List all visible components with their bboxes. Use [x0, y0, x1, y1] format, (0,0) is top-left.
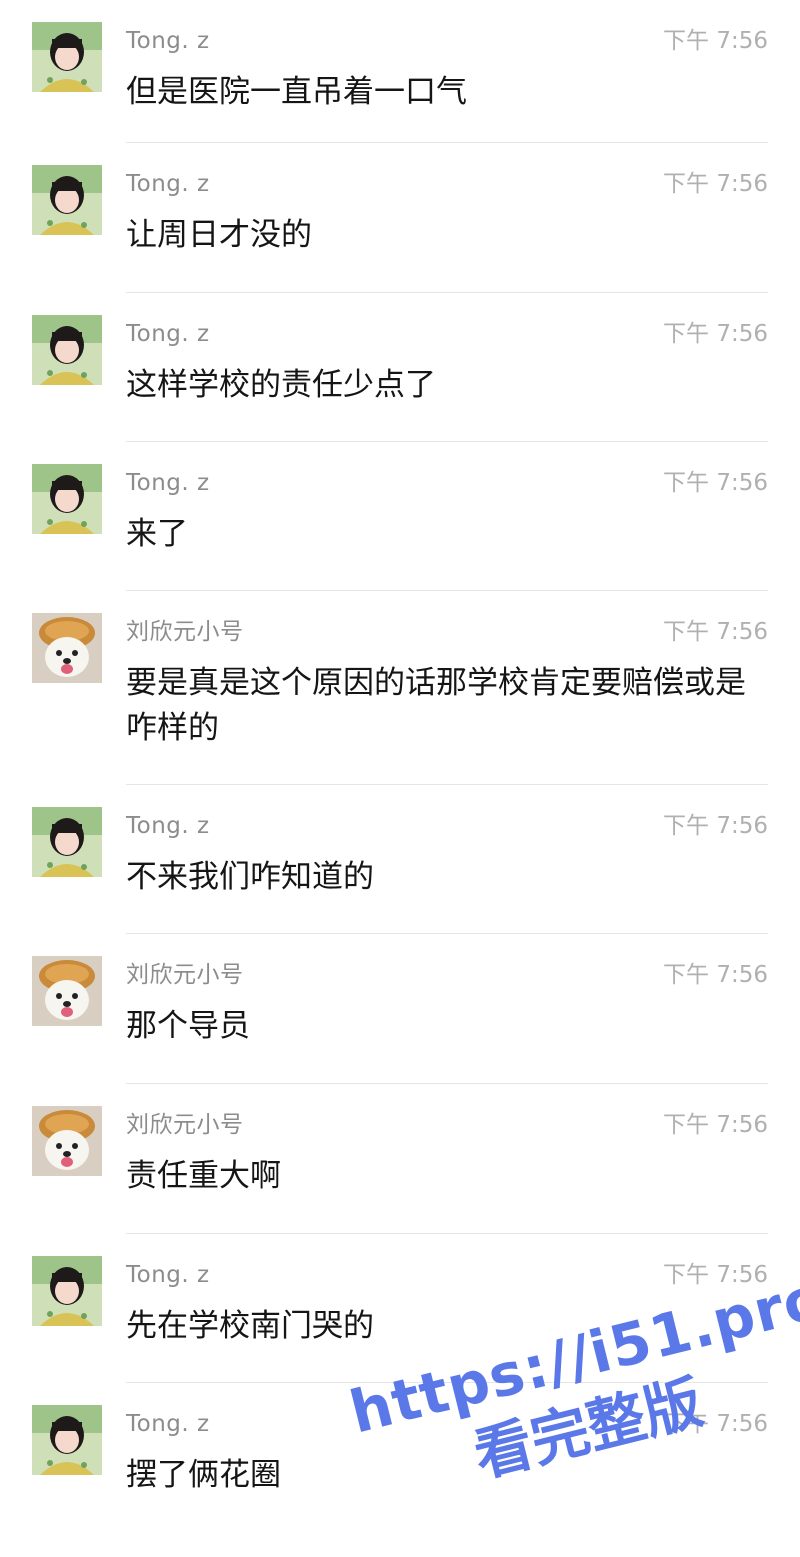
sender-name: Tong. z	[126, 813, 210, 839]
message-row[interactable]: 刘欣元小号 下午 7:56 那个导员	[0, 934, 800, 1084]
sender-name: Tong. z	[126, 171, 210, 197]
girl-avatar[interactable]	[32, 22, 102, 92]
sender-name: Tong. z	[126, 28, 210, 54]
message-time: 下午 7:56	[663, 1112, 768, 1138]
message-text: 来了	[126, 516, 188, 552]
message-time: 下午 7:56	[663, 28, 768, 54]
message-row[interactable]: Tong. z 下午 7:56 先在学校南门哭的	[0, 1234, 800, 1383]
message-text: 摆了俩花圈	[126, 1457, 281, 1493]
message-time: 下午 7:56	[663, 813, 768, 839]
sender-name: 刘欣元小号	[126, 1112, 244, 1138]
dog-avatar[interactable]	[32, 1106, 102, 1176]
message-row[interactable]: Tong. z 下午 7:56 让周日才没的	[0, 143, 800, 293]
sender-name: Tong. z	[126, 470, 210, 496]
message-row[interactable]: 刘欣元小号 下午 7:56 责任重大啊	[0, 1084, 800, 1234]
message-row[interactable]: 刘欣元小号 下午 7:56 要是真是这个原因的话那学校肯定要赔偿或是咋样的	[0, 591, 800, 785]
message-text: 先在学校南门哭的	[126, 1308, 374, 1344]
message-text: 不来我们咋知道的	[126, 859, 374, 895]
message-time: 下午 7:56	[663, 321, 768, 347]
message-row[interactable]: Tong. z 下午 7:56 来了	[0, 442, 800, 591]
girl-avatar[interactable]	[32, 165, 102, 235]
girl-avatar[interactable]	[32, 807, 102, 877]
sender-name: 刘欣元小号	[126, 962, 244, 988]
message-time: 下午 7:56	[663, 1262, 768, 1288]
message-text: 那个导员	[126, 1008, 250, 1044]
girl-avatar[interactable]	[32, 464, 102, 534]
message-time: 下午 7:56	[663, 1411, 768, 1437]
message-row[interactable]: Tong. z 下午 7:56 但是医院一直吊着一口气	[0, 0, 800, 143]
message-time: 下午 7:56	[663, 470, 768, 496]
sender-name: Tong. z	[126, 321, 210, 347]
dog-avatar[interactable]	[32, 956, 102, 1026]
chat-message-list: Tong. z 下午 7:56 但是医院一直吊着一口气 Tong. z 下午 7…	[0, 0, 800, 1513]
sender-name: Tong. z	[126, 1262, 210, 1288]
message-row[interactable]: Tong. z 下午 7:56 摆了俩花圈	[0, 1383, 800, 1513]
message-time: 下午 7:56	[663, 171, 768, 197]
message-row[interactable]: Tong. z 下午 7:56 这样学校的责任少点了	[0, 293, 800, 442]
message-text: 这样学校的责任少点了	[126, 367, 436, 403]
message-time: 下午 7:56	[663, 619, 768, 645]
girl-avatar[interactable]	[32, 315, 102, 385]
message-text: 要是真是这个原因的话那学校肯定要赔偿或是咋样的	[126, 665, 746, 746]
sender-name: 刘欣元小号	[126, 619, 244, 645]
message-time: 下午 7:56	[663, 962, 768, 988]
girl-avatar[interactable]	[32, 1405, 102, 1475]
message-text: 但是医院一直吊着一口气	[126, 74, 467, 110]
girl-avatar[interactable]	[32, 1256, 102, 1326]
message-text: 责任重大啊	[126, 1158, 281, 1194]
message-text: 让周日才没的	[126, 217, 312, 253]
dog-avatar[interactable]	[32, 613, 102, 683]
message-row[interactable]: Tong. z 下午 7:56 不来我们咋知道的	[0, 785, 800, 934]
sender-name: Tong. z	[126, 1411, 210, 1437]
